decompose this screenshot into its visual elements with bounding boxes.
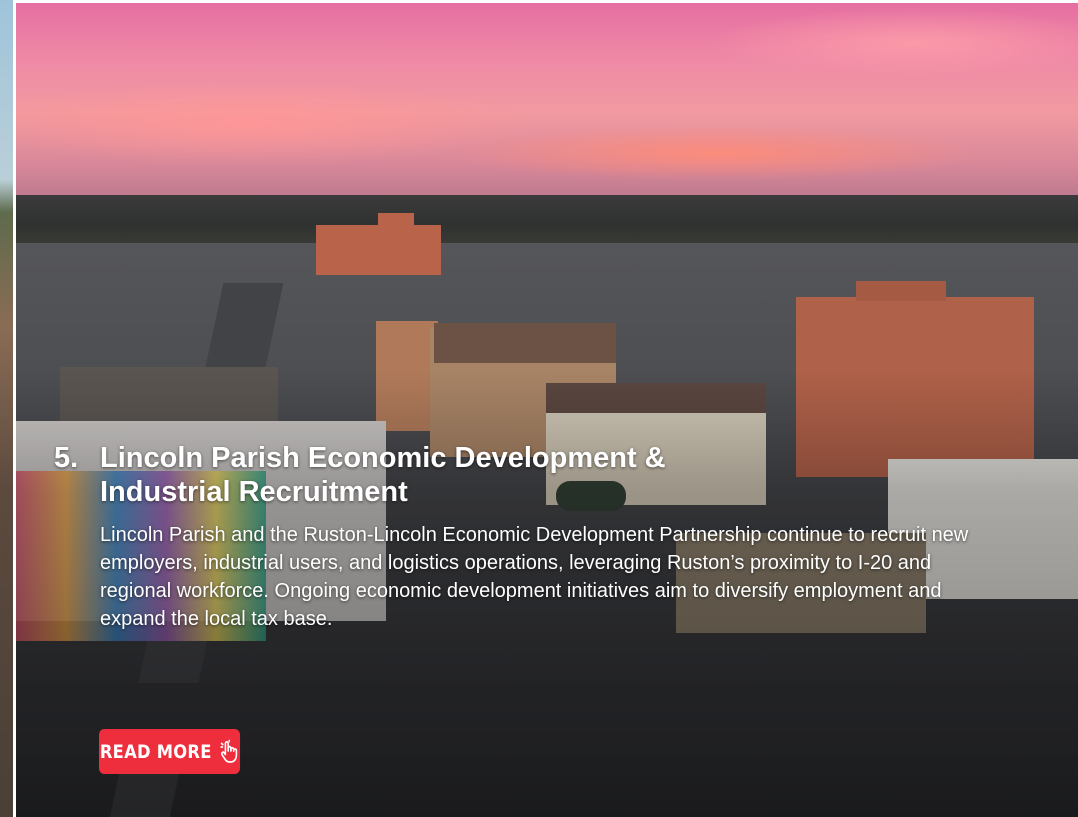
read-more-label: READ MORE — [99, 740, 212, 763]
dark-gradient-overlay — [16, 3, 1078, 817]
page: 5. Lincoln Parish Economic Development &… — [0, 0, 1078, 817]
slide-headline: 5. Lincoln Parish Economic Development &… — [54, 441, 974, 509]
read-more-button[interactable]: READ MORE — [99, 729, 241, 774]
slide-description: Lincoln Parish and the Ruston-Lincoln Ec… — [100, 524, 969, 630]
slide-number: 5. — [54, 442, 79, 474]
slide-caption: 5. Lincoln Parish Economic Development &… — [54, 441, 974, 633]
previous-slide-edge[interactable] — [0, 0, 13, 817]
slide-title: Lincoln Parish Economic Development & In… — [100, 442, 666, 508]
carousel-slide: 5. Lincoln Parish Economic Development &… — [16, 0, 1078, 817]
aerial-town-photo — [16, 3, 1078, 817]
hand-pointer-icon — [219, 739, 240, 765]
